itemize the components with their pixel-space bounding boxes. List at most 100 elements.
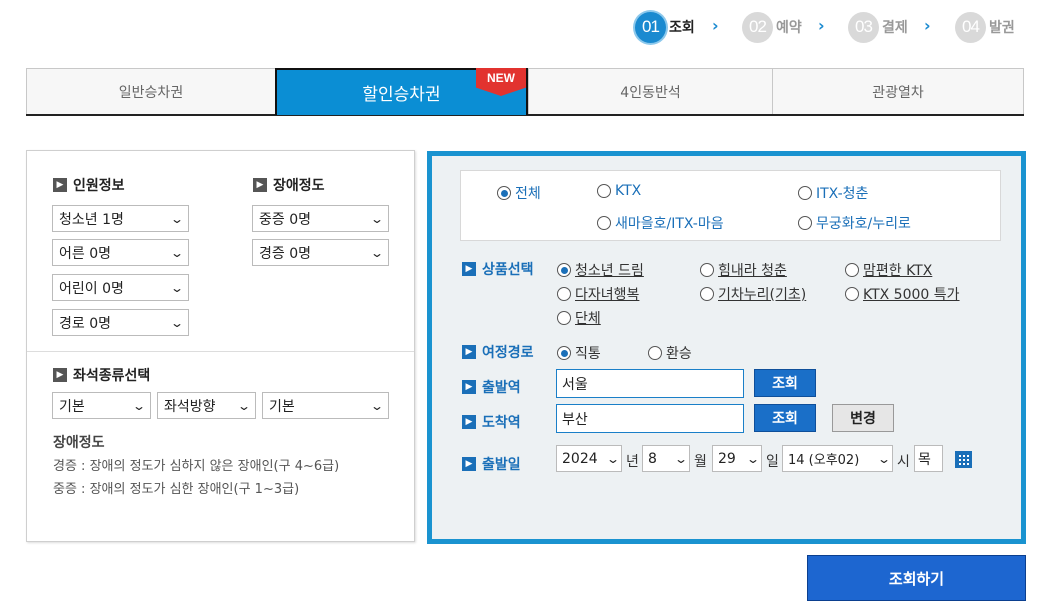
- step-search: 01 조회: [635, 11, 695, 43]
- seat-direction-select[interactable]: 좌석방향 ⌄: [157, 392, 256, 419]
- route-direct-radio[interactable]: 직통: [557, 343, 601, 363]
- arrow-bullet-icon: ▶: [462, 345, 476, 359]
- step-number: 02: [742, 11, 773, 43]
- seat-type-title: ▶ 좌석종류선택: [53, 365, 150, 385]
- radio-icon: [845, 263, 859, 277]
- departure-lookup-button[interactable]: 조회: [754, 369, 816, 397]
- arrow-bullet-icon: ▶: [253, 178, 267, 192]
- chevron-down-icon: ⌄: [745, 451, 761, 466]
- departure-label: ▶ 출발역: [462, 377, 521, 397]
- radio-selected-icon: [497, 186, 511, 200]
- swap-stations-button[interactable]: 변경: [832, 404, 894, 432]
- arrival-station-input[interactable]: 부산: [556, 404, 744, 433]
- disability-info-title: 장애정도: [53, 435, 105, 451]
- severe-disability-note: 중증 : 장애의 정도가 심한 장애인(구 1~3급): [53, 482, 300, 497]
- step-label: 예약: [776, 20, 802, 36]
- train-type-ktx-radio[interactable]: KTX: [597, 183, 641, 199]
- hour-unit: 시: [897, 454, 910, 470]
- arrival-label: ▶ 도착역: [462, 412, 521, 432]
- chevron-down-icon: ⌄: [673, 451, 689, 466]
- radio-icon: [798, 186, 812, 200]
- year-unit: 년: [626, 454, 639, 470]
- arrival-lookup-button[interactable]: 조회: [754, 404, 816, 432]
- step-number: 03: [848, 11, 879, 43]
- step-ticketing: 04 발권: [955, 11, 1015, 43]
- divider: [27, 351, 414, 352]
- hour-select[interactable]: 14 (오후02) ⌄: [782, 445, 893, 472]
- radio-icon: [648, 346, 662, 360]
- passenger-info-title: ▶ 인원정보: [53, 175, 125, 195]
- calendar-icon[interactable]: [955, 451, 972, 468]
- train-type-itx-cheongchun-radio[interactable]: ITX-청춘: [798, 183, 868, 203]
- radio-icon: [557, 287, 571, 301]
- month-unit: 월: [694, 454, 707, 470]
- radio-icon: [597, 184, 611, 198]
- product-youth-dream-radio[interactable]: 청소년 드림: [557, 260, 644, 280]
- chevron-down-icon: ⌄: [236, 398, 252, 413]
- step-payment: 03 결제: [848, 11, 908, 43]
- product-ktx-5000-radio[interactable]: KTX 5000 특가: [845, 284, 960, 304]
- chevron-right-icon: ›: [818, 16, 825, 35]
- radio-selected-icon: [557, 263, 571, 277]
- arrow-bullet-icon: ▶: [53, 368, 67, 382]
- arrow-bullet-icon: ▶: [53, 178, 67, 192]
- train-type-box: 전체 KTX ITX-청춘 새마을호/ITX-마음 무궁화호/누리로: [460, 170, 1001, 241]
- adult-count-select[interactable]: 어른 0명 ⌄: [52, 239, 189, 266]
- train-type-all-radio[interactable]: 전체: [497, 183, 541, 203]
- route-label: ▶ 여정경로: [462, 342, 534, 362]
- route-transfer-radio[interactable]: 환승: [648, 343, 692, 363]
- product-cheer-up-youth-radio[interactable]: 힘내라 청춘: [700, 260, 787, 280]
- chevron-down-icon: ⌄: [369, 211, 385, 226]
- chevron-down-icon: ⌄: [169, 245, 185, 260]
- radio-icon: [700, 287, 714, 301]
- year-select[interactable]: 2024 ⌄: [556, 445, 622, 472]
- departure-date-label: ▶ 출발일: [462, 454, 521, 474]
- disability-title: ▶ 장애정도: [253, 175, 325, 195]
- step-label: 결제: [882, 20, 908, 36]
- chevron-down-icon: ⌄: [169, 211, 185, 226]
- step-number: 01: [635, 11, 666, 43]
- product-comfort-ktx-radio[interactable]: 맘편한 KTX: [845, 260, 932, 280]
- chevron-right-icon: ›: [924, 16, 931, 35]
- seat-type-select[interactable]: 기본 ⌄: [52, 392, 151, 419]
- chevron-down-icon: ⌄: [169, 315, 185, 330]
- child-count-select[interactable]: 어린이 0명 ⌄: [52, 274, 189, 301]
- product-label: ▶ 상품선택: [462, 259, 534, 279]
- chevron-down-icon: ⌄: [605, 451, 621, 466]
- chevron-down-icon: ⌄: [369, 398, 385, 413]
- radio-icon: [597, 216, 611, 230]
- departure-station-input[interactable]: 서울: [556, 369, 744, 398]
- arrow-bullet-icon: ▶: [462, 457, 476, 471]
- train-type-mugunghwa-radio[interactable]: 무궁화호/누리로: [798, 213, 911, 233]
- youth-count-select[interactable]: 청소년 1명 ⌄: [52, 205, 189, 232]
- day-unit: 일: [766, 454, 779, 470]
- tab-general-ticket[interactable]: 일반승차권: [26, 68, 276, 114]
- step-number: 04: [955, 11, 986, 43]
- radio-icon: [700, 263, 714, 277]
- month-select[interactable]: 8 ⌄: [642, 445, 690, 472]
- product-train-nuri-radio[interactable]: 기차누리(기초): [700, 284, 806, 304]
- radio-selected-icon: [557, 346, 571, 360]
- senior-count-select[interactable]: 경로 0명 ⌄: [52, 309, 189, 336]
- tab-four-person-seat[interactable]: 4인동반석: [528, 68, 773, 114]
- tab-tour-train[interactable]: 관광열차: [772, 68, 1024, 114]
- mild-count-select[interactable]: 경증 0명 ⌄: [252, 239, 389, 266]
- severe-count-select[interactable]: 중증 0명 ⌄: [252, 205, 389, 232]
- chevron-down-icon: ⌄: [131, 398, 147, 413]
- day-select[interactable]: 29 ⌄: [712, 445, 762, 472]
- train-type-saemaeul-radio[interactable]: 새마을호/ITX-마음: [597, 213, 724, 233]
- search-trains-button[interactable]: 조회하기: [807, 555, 1026, 601]
- radio-icon: [798, 216, 812, 230]
- product-multi-child-radio[interactable]: 다자녀행복: [557, 284, 639, 304]
- mild-disability-note: 경증 : 장애의 정도가 심하지 않은 장애인(구 4~6급): [53, 459, 340, 474]
- seat-option-select[interactable]: 기본 ⌄: [262, 392, 389, 419]
- radio-icon: [845, 287, 859, 301]
- arrow-bullet-icon: ▶: [462, 415, 476, 429]
- product-group-radio[interactable]: 단체: [557, 308, 601, 328]
- passenger-panel: ▶ 인원정보 ▶ 장애정도 청소년 1명 ⌄ 어른 0명 ⌄ 어린이 0명 ⌄ 경로 …: [26, 150, 415, 542]
- step-reserve: 02 예약: [742, 11, 802, 43]
- chevron-down-icon: ⌄: [369, 245, 385, 260]
- chevron-right-icon: ›: [712, 16, 719, 35]
- radio-icon: [557, 311, 571, 325]
- arrow-bullet-icon: ▶: [462, 262, 476, 276]
